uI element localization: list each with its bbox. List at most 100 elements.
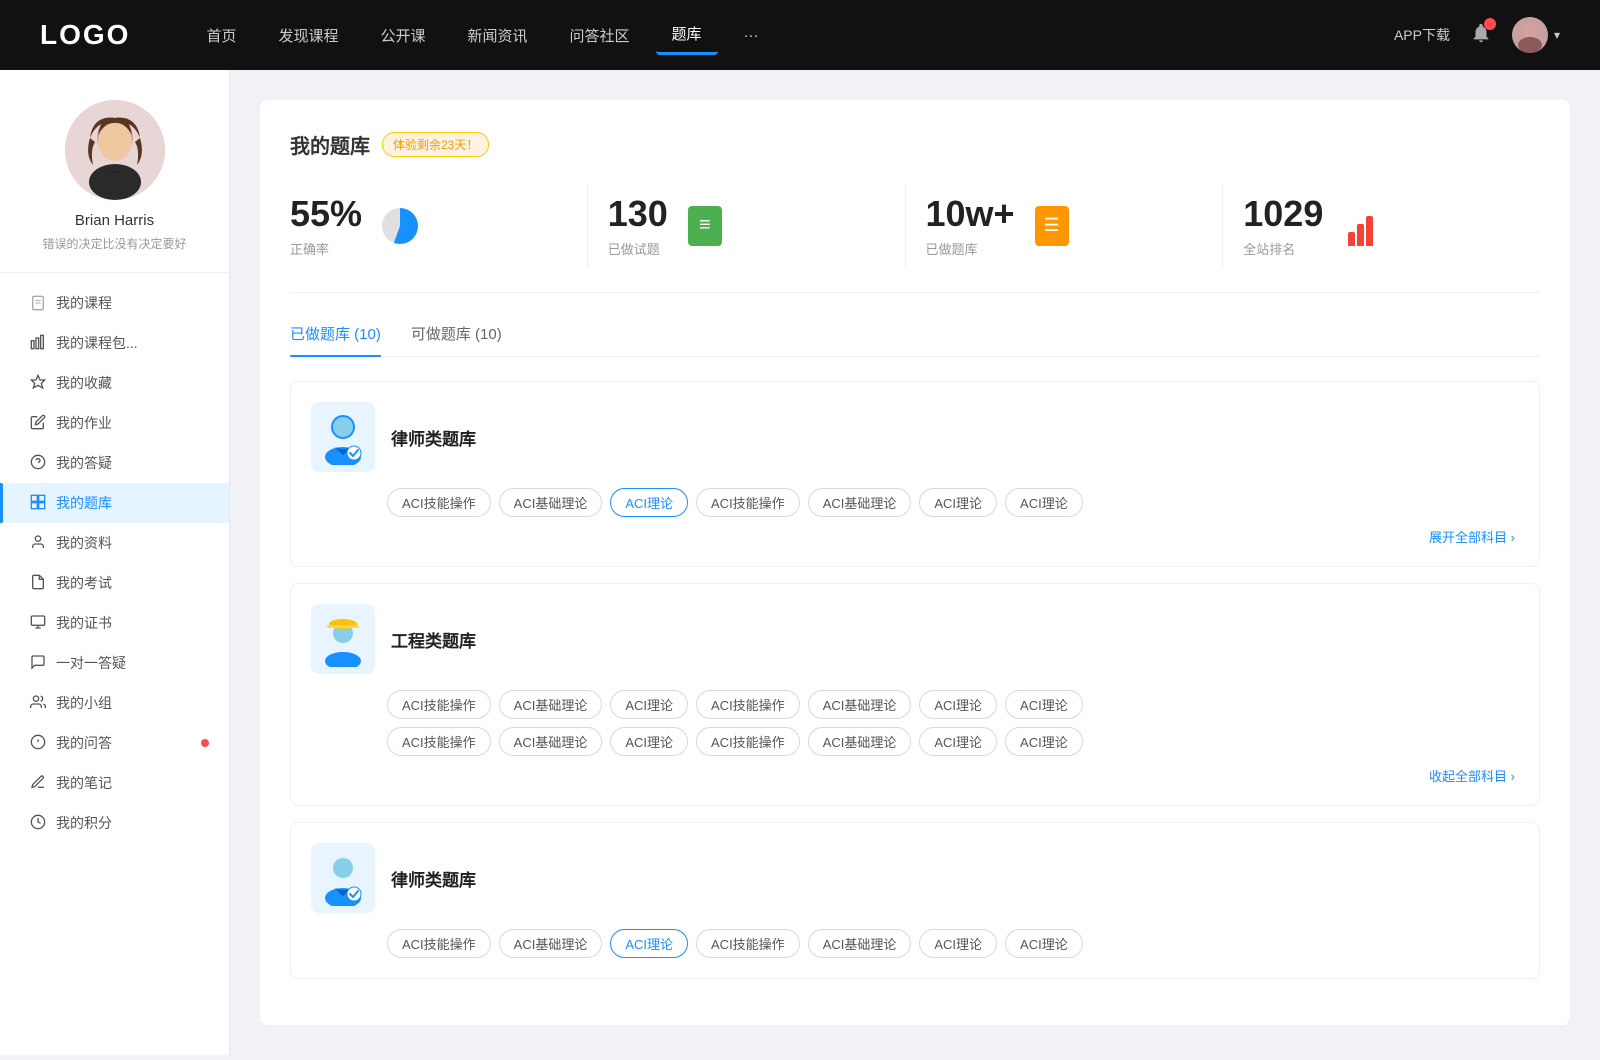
tag-law2-2[interactable]: ACI理论 [610,929,688,958]
sidebar-item-label: 我的收藏 [56,373,112,393]
tag-eng1-r2-5[interactable]: ACI理论 [919,727,997,756]
sidebar-item-one-on-one[interactable]: 一对一答疑 [0,643,229,683]
tag-law1-6[interactable]: ACI理论 [1005,488,1083,517]
expand-link-law1[interactable]: 展开全部科目 › [311,527,1519,546]
nav-bank[interactable]: 题库 [656,15,718,55]
tag-row-law2: ACI技能操作 ACI基础理论 ACI理论 ACI技能操作 ACI基础理论 AC… [311,929,1519,958]
tag-row-eng1-row1: ACI技能操作 ACI基础理论 ACI理论 ACI技能操作 ACI基础理论 AC… [311,690,1519,719]
sidebar-item-label: 我的作业 [56,413,112,433]
tag-eng1-r1-2[interactable]: ACI理论 [610,690,688,719]
sidebar-item-label: 我的资料 [56,533,112,553]
collapse-link-eng1[interactable]: 收起全部科目 › [311,766,1519,785]
tag-eng1-r2-3[interactable]: ACI技能操作 [696,727,800,756]
nav-home[interactable]: 首页 [190,17,252,54]
sidebar-item-qa[interactable]: 我的答疑 [0,443,229,483]
bank-header-law1: 律师类题库 [311,402,1519,472]
stat-rank: 1029 全站排名 [1223,183,1540,268]
bank-title-eng1: 工程类题库 [391,627,476,652]
sidebar-item-question-bank[interactable]: 我的题库 [0,483,229,523]
tag-law1-2[interactable]: ACI理论 [610,488,688,517]
nav-open-course[interactable]: 公开课 [364,17,441,54]
app-download-button[interactable]: APP下载 [1394,25,1450,45]
lawyer-icon [311,402,375,472]
nav-more[interactable]: ··· [728,19,775,52]
sidebar-item-groups[interactable]: 我的小组 [0,683,229,723]
bank-header-law2: 律师类题库 [311,843,1519,913]
questions-label: 已做试题 [608,239,668,258]
tag-eng1-r1-6[interactable]: ACI理论 [1005,690,1083,719]
tag-eng1-r2-2[interactable]: ACI理论 [610,727,688,756]
tag-eng1-r1-4[interactable]: ACI基础理论 [808,690,912,719]
sidebar-item-my-qa[interactable]: 我的问答 [0,723,229,763]
stats-row: 55% 正确率 130 已做试题 ≡ 10w+ [290,183,1540,293]
sidebar-item-profile[interactable]: 我的资料 [0,523,229,563]
sidebar-item-label: 一对一答疑 [56,653,126,673]
rank-label: 全站排名 [1243,239,1323,258]
nav-discover[interactable]: 发现课程 [262,17,354,54]
sidebar-item-label: 我的小组 [56,693,112,713]
sidebar-item-certificate[interactable]: 我的证书 [0,603,229,643]
profile-section: Brian Harris 错误的决定比没有决定要好 [0,100,229,273]
page-header: 我的题库 体验剩余23天！ [290,130,1540,159]
tag-eng1-r1-3[interactable]: ACI技能操作 [696,690,800,719]
qa-icon [30,734,46,753]
tag-law1-3[interactable]: ACI技能操作 [696,488,800,517]
chevron-down-icon: ▾ [1554,28,1560,42]
tag-law1-4[interactable]: ACI基础理论 [808,488,912,517]
engineer-icon [311,604,375,674]
grid-icon [30,494,46,513]
sidebar-item-exam[interactable]: 我的考试 [0,563,229,603]
sidebar-item-label: 我的答疑 [56,453,112,473]
tag-law1-0[interactable]: ACI技能操作 [387,488,491,517]
sidebar-item-homework[interactable]: 我的作业 [0,403,229,443]
tag-eng1-r2-0[interactable]: ACI技能操作 [387,727,491,756]
file-icon [30,574,46,593]
content-inner: 我的题库 体验剩余23天！ 55% 正确率 130 已做试题 [260,100,1570,1025]
doc-icon: ≡ [688,206,722,246]
notification-bell[interactable] [1470,22,1492,49]
tag-eng1-r2-4[interactable]: ACI基础理论 [808,727,912,756]
sidebar-item-points[interactable]: 我的积分 [0,803,229,843]
tag-eng1-r1-1[interactable]: ACI基础理论 [499,690,603,719]
sidebar-item-label: 我的课程 [56,293,112,313]
navbar: LOGO 首页 发现课程 公开课 新闻资讯 问答社区 题库 ··· APP下载 … [0,0,1600,70]
tab-done-bank[interactable]: 已做题库 (10) [290,323,381,356]
user-avatar-menu[interactable]: ▾ [1512,17,1560,53]
notes-icon [30,774,46,793]
bank-section-eng1: 工程类题库 ACI技能操作 ACI基础理论 ACI理论 ACI技能操作 ACI基… [290,583,1540,806]
sidebar-item-notes[interactable]: 我的笔记 [0,763,229,803]
sidebar-item-label: 我的笔记 [56,773,112,793]
stat-value-accuracy: 55% 正确率 [290,193,362,258]
unread-badge [201,739,209,747]
nav-qa[interactable]: 问答社区 [554,17,646,54]
tag-eng1-r1-0[interactable]: ACI技能操作 [387,690,491,719]
nav-news[interactable]: 新闻资讯 [452,17,544,54]
tag-law1-5[interactable]: ACI理论 [919,488,997,517]
avatar-image [65,100,165,200]
accuracy-value: 55% [290,193,362,235]
tag-eng1-r1-5[interactable]: ACI理论 [919,690,997,719]
page-title: 我的题库 [290,130,370,159]
main-content: 我的题库 体验剩余23天！ 55% 正确率 130 已做试题 [230,70,1600,1055]
tag-law2-5[interactable]: ACI理论 [919,929,997,958]
tag-row-law1: ACI技能操作 ACI基础理论 ACI理论 ACI技能操作 ACI基础理论 AC… [311,488,1519,517]
sidebar-item-courses[interactable]: 我的课程 [0,283,229,323]
tab-available-bank[interactable]: 可做题库 (10) [411,323,502,356]
navbar-right: APP下载 ▾ [1394,17,1560,53]
avatar [1512,17,1548,53]
tag-eng1-r2-1[interactable]: ACI基础理论 [499,727,603,756]
tag-law2-1[interactable]: ACI基础理论 [499,929,603,958]
tag-law1-1[interactable]: ACI基础理论 [499,488,603,517]
tag-law2-6[interactable]: ACI理论 [1005,929,1083,958]
tag-law2-0[interactable]: ACI技能操作 [387,929,491,958]
profile-name: Brian Harris [75,212,154,229]
tag-law2-4[interactable]: ACI基础理论 [808,929,912,958]
sidebar-item-course-package[interactable]: 我的课程包... [0,323,229,363]
tag-law2-3[interactable]: ACI技能操作 [696,929,800,958]
trial-badge: 体验剩余23天！ [382,132,489,157]
sidebar-item-favorites[interactable]: 我的收藏 [0,363,229,403]
lawyer-icon-2 [311,843,375,913]
sidebar-item-label: 我的考试 [56,573,112,593]
chart-bar-icon [1343,206,1377,246]
tag-eng1-r2-6[interactable]: ACI理论 [1005,727,1083,756]
